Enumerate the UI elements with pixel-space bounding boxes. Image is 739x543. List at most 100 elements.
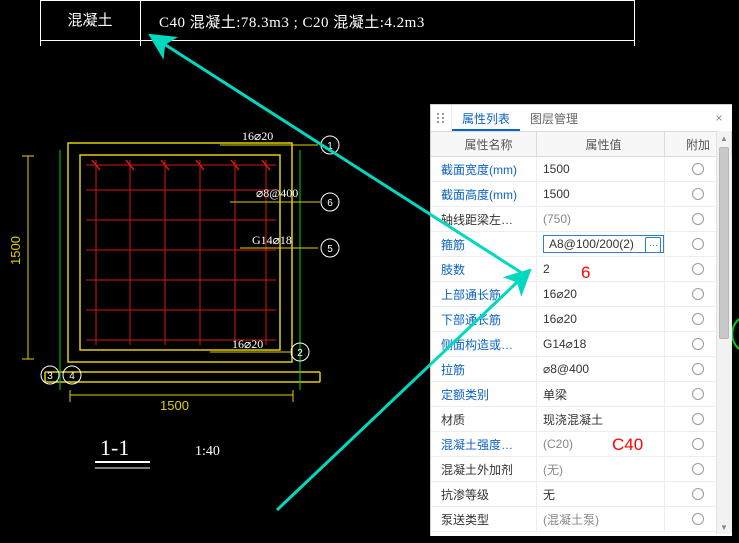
property-row: 侧面构造或… G14⌀18	[431, 332, 732, 357]
property-value-cell[interactable]: 无	[537, 482, 665, 506]
properties-panel: 属性列表 图层管理 × 属性名称 属性值 附加 截面宽度(mm)1500截面高度…	[430, 104, 732, 536]
property-row: 混凝土强度… (C20)	[431, 432, 732, 457]
property-value: (混凝土泵)	[543, 511, 599, 528]
property-value-cell[interactable]: 1500	[537, 182, 665, 206]
property-name: 混凝土外加剂	[431, 457, 537, 481]
extra-radio[interactable]	[692, 513, 704, 525]
svg-text:16⌀20: 16⌀20	[242, 129, 273, 143]
extra-radio[interactable]	[692, 338, 704, 350]
property-name: 抗渗等级	[431, 482, 537, 506]
property-name: 上部通长筋	[431, 282, 537, 306]
extra-radio[interactable]	[692, 238, 704, 250]
svg-text:16⌀20: 16⌀20	[232, 337, 263, 351]
property-name: 拉筋	[431, 357, 537, 381]
scrollbar-thumb[interactable]	[719, 147, 729, 339]
property-value-cell[interactable]: ⌀8@400	[537, 357, 665, 381]
property-value-cell[interactable]: 现浇混凝土	[537, 407, 665, 431]
property-name: 混凝土强度…	[431, 432, 537, 456]
property-row: 截面宽度(mm)1500	[431, 157, 732, 182]
extra-radio[interactable]	[692, 463, 704, 475]
top-info-table: 混凝土 C40 混凝土:78.3m3 ; C20 混凝土:4.2m3	[40, 0, 635, 46]
property-value-cell[interactable]: 16⌀20	[537, 282, 665, 306]
property-value: G14⌀18	[543, 337, 586, 351]
property-name: 下部通长筋	[431, 307, 537, 331]
property-value: (无)	[543, 461, 563, 478]
property-value-cell[interactable]: 16⌀20	[537, 307, 665, 331]
property-row: 上部通长筋 16⌀20	[431, 282, 732, 307]
property-row: 截面高度(mm)1500	[431, 182, 732, 207]
tab-properties[interactable]: 属性列表	[452, 105, 520, 131]
vertical-scrollbar[interactable]: ▲ ▼	[716, 131, 731, 534]
property-row: 定额类别单梁	[431, 382, 732, 407]
ellipsis-button-icon[interactable]: ⋯	[645, 237, 661, 253]
property-value-cell[interactable]: 2	[537, 257, 665, 281]
property-row: 箍筋 A8@100/200(2)⋯	[431, 232, 732, 257]
extra-radio[interactable]	[692, 188, 704, 200]
extra-radio[interactable]	[692, 163, 704, 175]
property-row: 抗渗等级无	[431, 482, 732, 507]
property-row: 泵送类型(混凝土泵)	[431, 507, 732, 532]
svg-text:1-1: 1-1	[100, 435, 129, 460]
header-value: 属性值	[537, 132, 665, 156]
svg-text:5: 5	[327, 244, 333, 255]
extra-radio[interactable]	[692, 413, 704, 425]
property-value-cell[interactable]: 单梁	[537, 382, 665, 406]
property-value: 16⌀20	[543, 287, 577, 301]
property-value-cell[interactable]: (750)	[537, 207, 665, 231]
property-name: 定额类别	[431, 382, 537, 406]
scroll-up-icon[interactable]: ▲	[717, 131, 731, 145]
property-row: 肢数2	[431, 257, 732, 282]
svg-text:⌀8@400: ⌀8@400	[256, 186, 298, 200]
extra-radio[interactable]	[692, 388, 704, 400]
svg-text:2: 2	[297, 348, 303, 359]
property-row: 下部通长筋 16⌀20	[431, 307, 732, 332]
property-value: (C20)	[543, 437, 573, 451]
property-value-cell[interactable]: (无)	[537, 457, 665, 481]
property-name: 箍筋	[431, 232, 537, 256]
extra-radio[interactable]	[692, 363, 704, 375]
svg-text:6: 6	[327, 198, 333, 209]
top-table-value: C40 混凝土:78.3m3 ; C20 混凝土:4.2m3	[159, 11, 425, 32]
property-value: 无	[543, 486, 555, 503]
property-name: 轴线距梁左…	[431, 207, 537, 231]
property-value: 16⌀20	[543, 312, 577, 326]
property-value: 现浇混凝土	[543, 411, 603, 428]
property-value-cell[interactable]: 1500	[537, 157, 665, 181]
property-name: 侧面构造或…	[431, 332, 537, 356]
property-grid-body: 截面宽度(mm)1500截面高度(mm)1500轴线距梁左…(750)箍筋A8@…	[431, 157, 732, 538]
panel-tabs: 属性列表 图层管理 ×	[431, 105, 732, 132]
extra-radio[interactable]	[692, 313, 704, 325]
property-value: (750)	[543, 212, 571, 226]
panel-drag-handle-icon[interactable]	[431, 105, 452, 131]
property-name: 材质	[431, 407, 537, 431]
extra-radio[interactable]	[692, 263, 704, 275]
property-value: 单梁	[543, 386, 567, 403]
panel-close-icon[interactable]: ×	[706, 105, 732, 131]
extra-radio[interactable]	[692, 488, 704, 500]
property-value-cell[interactable]: A8@100/200(2)⋯	[537, 232, 665, 256]
extra-radio[interactable]	[692, 288, 704, 300]
property-row: 混凝土外加剂 (无)	[431, 457, 732, 482]
top-table-label: 混凝土	[40, 9, 140, 30]
property-value: 2	[543, 262, 550, 276]
extra-radio[interactable]	[692, 213, 704, 225]
property-value: ⌀8@400	[543, 362, 589, 376]
property-row: 轴线距梁左… (750)	[431, 207, 732, 232]
extra-radio[interactable]	[692, 438, 704, 450]
scroll-down-icon[interactable]: ▼	[717, 520, 731, 534]
property-name: 截面高度(mm)	[431, 182, 537, 206]
svg-text:1: 1	[327, 141, 333, 152]
property-value-cell[interactable]: (混凝土泵)	[537, 507, 665, 531]
property-value-cell[interactable]: (C20)	[537, 432, 665, 456]
right-dark-strip	[732, 104, 739, 536]
property-value-input[interactable]: A8@100/200(2)⋯	[543, 235, 664, 253]
svg-text:1500: 1500	[8, 236, 23, 265]
property-row: 拉筋 ⌀8@400	[431, 357, 732, 382]
svg-text:4: 4	[69, 371, 75, 382]
app-canvas: 混凝土 C40 混凝土:78.3m3 ; C20 混凝土:4.2m3	[0, 0, 739, 543]
tab-layers[interactable]: 图层管理	[520, 105, 588, 131]
property-value-cell[interactable]: G14⌀18	[537, 332, 665, 356]
property-value: 1500	[543, 162, 570, 176]
cad-drawing-viewport[interactable]: 1 6 5 2 3 4 16⌀20 ⌀8@400 G14⌀18 16⌀20 15…	[0, 90, 430, 543]
svg-text:1500: 1500	[160, 398, 189, 413]
